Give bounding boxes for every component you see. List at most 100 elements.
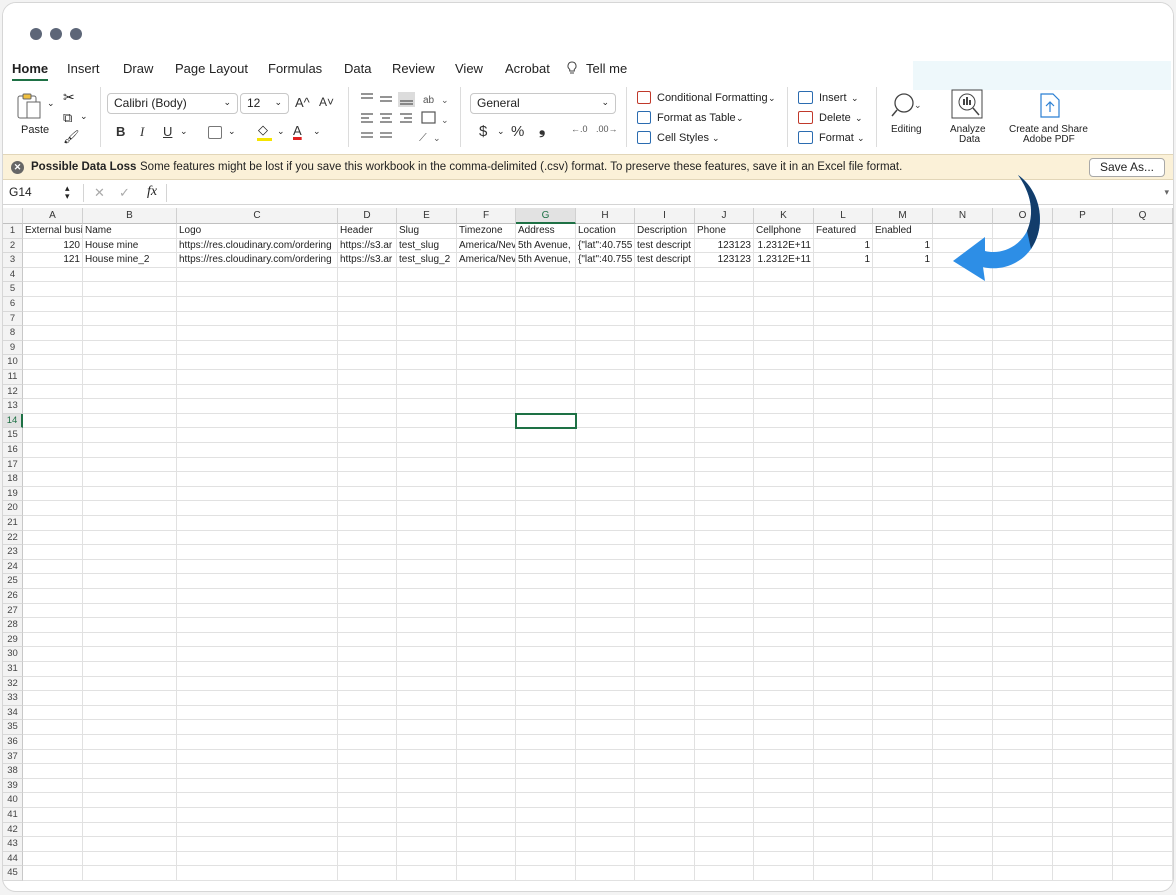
cell-a37[interactable] xyxy=(23,749,83,765)
cell-i43[interactable] xyxy=(635,837,695,852)
cell-a11[interactable] xyxy=(23,370,83,385)
cell-c45[interactable] xyxy=(177,866,338,881)
cell-a9[interactable] xyxy=(23,340,83,356)
cell-m20[interactable] xyxy=(873,501,933,516)
cell-c18[interactable] xyxy=(177,472,338,487)
cell-a1[interactable]: External busi xyxy=(23,224,83,239)
cell-e8[interactable] xyxy=(397,326,457,341)
cell-e24[interactable] xyxy=(397,559,457,575)
cell-n24[interactable] xyxy=(933,559,993,575)
cell-c6[interactable] xyxy=(177,297,338,312)
cell-l44[interactable] xyxy=(814,851,873,867)
cell-b5[interactable] xyxy=(83,282,177,297)
cell-n14[interactable] xyxy=(933,413,993,429)
cell-h40[interactable] xyxy=(576,793,635,808)
cell-j37[interactable] xyxy=(695,749,754,765)
cell-p36[interactable] xyxy=(1053,735,1113,750)
cell-d13[interactable] xyxy=(338,399,397,414)
cell-o13[interactable] xyxy=(993,399,1053,414)
cell-j12[interactable] xyxy=(695,384,754,400)
cell-c44[interactable] xyxy=(177,851,338,867)
cell-a16[interactable] xyxy=(23,443,83,458)
cell-n41[interactable] xyxy=(933,808,993,823)
cell-o38[interactable] xyxy=(993,764,1053,779)
cell-b31[interactable] xyxy=(83,662,177,677)
cell-f4[interactable] xyxy=(457,267,516,283)
cell-c3[interactable]: https://res.cloudinary.com/ordering xyxy=(177,253,338,268)
cell-h2[interactable]: {"lat":40.755 xyxy=(576,238,635,254)
tab-page-layout[interactable]: Page Layout xyxy=(175,61,248,76)
cell-f44[interactable] xyxy=(457,851,516,867)
cell-i45[interactable] xyxy=(635,866,695,881)
cell-h7[interactable] xyxy=(576,311,635,327)
cell-d40[interactable] xyxy=(338,793,397,808)
cell-o34[interactable] xyxy=(993,705,1053,721)
cell-e45[interactable] xyxy=(397,866,457,881)
cell-m8[interactable] xyxy=(873,326,933,341)
cell-f42[interactable] xyxy=(457,822,516,838)
cell-l34[interactable] xyxy=(814,705,873,721)
cell-l40[interactable] xyxy=(814,793,873,808)
cell-m39[interactable] xyxy=(873,778,933,794)
cell-e25[interactable] xyxy=(397,574,457,589)
cell-i27[interactable] xyxy=(635,603,695,619)
column-header-g[interactable]: G xyxy=(516,208,576,224)
cell-d6[interactable] xyxy=(338,297,397,312)
borders-chevron-icon[interactable]: ⌄ xyxy=(228,126,236,137)
tab-data[interactable]: Data xyxy=(344,61,371,76)
cell-e21[interactable] xyxy=(397,516,457,531)
cell-e44[interactable] xyxy=(397,851,457,867)
cell-m37[interactable] xyxy=(873,749,933,765)
chevron-down-icon[interactable]: ⌄ xyxy=(855,113,863,124)
italic-button[interactable]: I xyxy=(140,124,144,140)
cell-f13[interactable] xyxy=(457,399,516,414)
cell-f37[interactable] xyxy=(457,749,516,765)
cell-o35[interactable] xyxy=(993,720,1053,735)
save-as-button[interactable]: Save As... xyxy=(1088,158,1165,177)
cell-c16[interactable] xyxy=(177,443,338,458)
cell-j19[interactable] xyxy=(695,486,754,502)
cell-f6[interactable] xyxy=(457,297,516,312)
cell-b2[interactable]: House mine xyxy=(83,238,177,254)
cell-q36[interactable] xyxy=(1113,735,1173,750)
cell-e2[interactable]: test_slug xyxy=(397,238,457,254)
tab-review[interactable]: Review xyxy=(392,61,435,76)
cell-k2[interactable]: 1.2312E+11 xyxy=(754,238,814,254)
cell-k31[interactable] xyxy=(754,662,814,677)
cell-p21[interactable] xyxy=(1053,516,1113,531)
cell-m12[interactable] xyxy=(873,384,933,400)
cell-i29[interactable] xyxy=(635,632,695,648)
percent-button[interactable]: % xyxy=(511,123,524,140)
cell-i17[interactable] xyxy=(635,457,695,473)
cell-j29[interactable] xyxy=(695,632,754,648)
cell-c9[interactable] xyxy=(177,340,338,356)
row-header[interactable]: 42 xyxy=(3,822,23,838)
cell-d27[interactable] xyxy=(338,603,397,619)
cell-d18[interactable] xyxy=(338,472,397,487)
cell-k32[interactable] xyxy=(754,676,814,692)
cell-d41[interactable] xyxy=(338,808,397,823)
cell-k6[interactable] xyxy=(754,297,814,312)
cell-g9[interactable] xyxy=(516,340,576,356)
row-header[interactable]: 1 xyxy=(3,224,23,239)
column-header-f[interactable]: F xyxy=(457,208,516,224)
cell-j15[interactable] xyxy=(695,428,754,443)
tab-insert[interactable]: Insert xyxy=(67,61,100,76)
cell-i10[interactable] xyxy=(635,355,695,370)
tab-formulas[interactable]: Formulas xyxy=(268,61,322,76)
cell-m35[interactable] xyxy=(873,720,933,735)
cell-j33[interactable] xyxy=(695,691,754,706)
cell-q9[interactable] xyxy=(1113,340,1173,356)
cell-k33[interactable] xyxy=(754,691,814,706)
cell-h32[interactable] xyxy=(576,676,635,692)
cell-e19[interactable] xyxy=(397,486,457,502)
cell-n33[interactable] xyxy=(933,691,993,706)
cell-o43[interactable] xyxy=(993,837,1053,852)
cell-d1[interactable]: Header xyxy=(338,224,397,239)
row-header[interactable]: 8 xyxy=(3,326,23,341)
cell-n37[interactable] xyxy=(933,749,993,765)
cell-e17[interactable] xyxy=(397,457,457,473)
tab-draw[interactable]: Draw xyxy=(123,61,153,76)
fx-icon[interactable]: fx xyxy=(147,184,157,200)
cell-n10[interactable] xyxy=(933,355,993,370)
